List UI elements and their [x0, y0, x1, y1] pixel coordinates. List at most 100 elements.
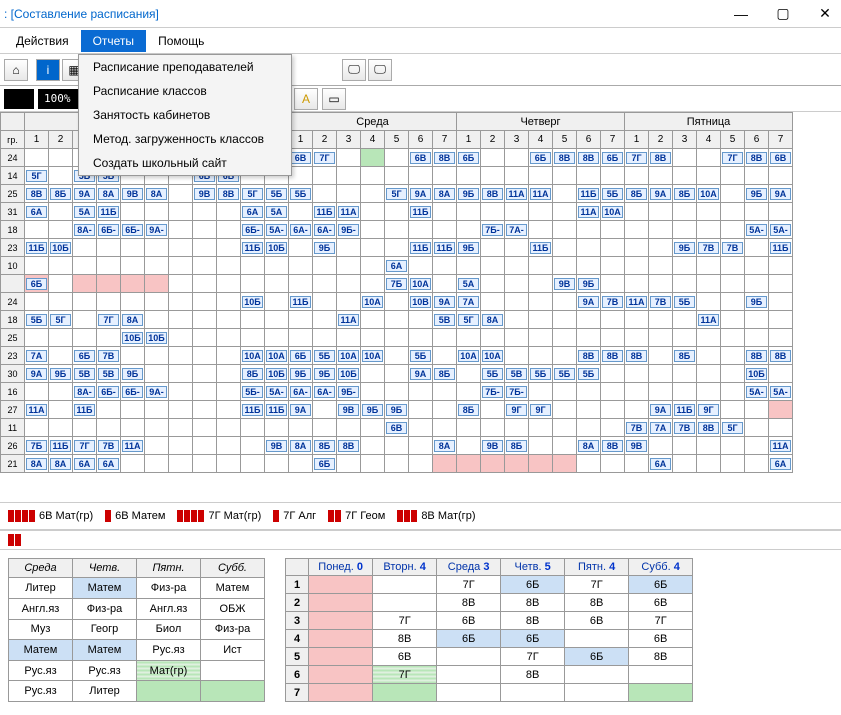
- class-cell[interactable]: 6В: [629, 630, 693, 648]
- grid-cell[interactable]: [121, 275, 145, 293]
- grid-cell[interactable]: [289, 275, 313, 293]
- grid-cell[interactable]: [217, 239, 241, 257]
- grid-cell[interactable]: [697, 275, 721, 293]
- grid-cell[interactable]: [697, 347, 721, 365]
- grid-cell[interactable]: [721, 401, 745, 419]
- grid-cell[interactable]: 5Г: [25, 167, 49, 185]
- grid-cell[interactable]: [73, 311, 97, 329]
- grid-cell[interactable]: [433, 221, 457, 239]
- grid-cell[interactable]: 5Б: [409, 347, 433, 365]
- grid-cell[interactable]: [553, 257, 577, 275]
- grid-cell[interactable]: 7А: [457, 293, 481, 311]
- grid-cell[interactable]: [73, 293, 97, 311]
- grid-cell[interactable]: 8А: [433, 185, 457, 203]
- grid-cell[interactable]: [481, 329, 505, 347]
- grid-cell[interactable]: 5Б: [553, 365, 577, 383]
- class-cell[interactable]: 8В: [501, 612, 565, 630]
- grid-cell[interactable]: [433, 329, 457, 347]
- grid-cell[interactable]: [241, 437, 265, 455]
- grid-cell[interactable]: 11Б: [409, 203, 433, 221]
- grid-cell[interactable]: [409, 311, 433, 329]
- grid-cell[interactable]: 5Г: [457, 311, 481, 329]
- grid-cell[interactable]: [745, 329, 769, 347]
- grid-cell[interactable]: [457, 167, 481, 185]
- subject-cell[interactable]: Геогр: [73, 619, 137, 640]
- grid-cell[interactable]: [145, 437, 169, 455]
- grid-cell[interactable]: 10А: [265, 347, 289, 365]
- grid-cell[interactable]: 7В: [97, 347, 121, 365]
- grid-cell[interactable]: 9Б: [577, 275, 601, 293]
- grid-cell[interactable]: 10А: [337, 347, 361, 365]
- grid-cell[interactable]: 5А: [73, 203, 97, 221]
- grid-cell[interactable]: [457, 455, 481, 473]
- grid-cell[interactable]: 5Б: [529, 365, 553, 383]
- grid-cell[interactable]: [529, 383, 553, 401]
- grid-cell[interactable]: [289, 419, 313, 437]
- class-cell[interactable]: 7Г: [373, 666, 437, 684]
- grid-cell[interactable]: 7В: [721, 239, 745, 257]
- grid-cell[interactable]: [721, 275, 745, 293]
- grid-cell[interactable]: 9А: [289, 401, 313, 419]
- grid-cell[interactable]: [529, 455, 553, 473]
- grid-cell[interactable]: [169, 275, 193, 293]
- grid-cell[interactable]: [169, 347, 193, 365]
- grid-cell[interactable]: [601, 329, 625, 347]
- grid-cell[interactable]: [577, 167, 601, 185]
- col-num[interactable]: 6: [745, 131, 769, 149]
- grid-cell[interactable]: 5А: [457, 275, 481, 293]
- grid-cell[interactable]: [457, 365, 481, 383]
- grid-cell[interactable]: [169, 455, 193, 473]
- grid-cell[interactable]: [769, 329, 793, 347]
- grid-cell[interactable]: 9Г: [697, 401, 721, 419]
- grid-cell[interactable]: [529, 311, 553, 329]
- grid-cell[interactable]: 9Г: [529, 401, 553, 419]
- grid-cell[interactable]: [601, 221, 625, 239]
- grid-cell[interactable]: [721, 365, 745, 383]
- day-header[interactable]: Понед. 0: [309, 559, 373, 576]
- grid-cell[interactable]: 6В: [769, 149, 793, 167]
- grid-cell[interactable]: [169, 257, 193, 275]
- grid-cell[interactable]: [49, 275, 73, 293]
- grid-cell[interactable]: 11А: [337, 203, 361, 221]
- col-num[interactable]: 5: [553, 131, 577, 149]
- grid-cell[interactable]: [529, 275, 553, 293]
- col-num[interactable]: 4: [529, 131, 553, 149]
- grid-cell[interactable]: 5А-: [265, 221, 289, 239]
- class-cell[interactable]: [309, 666, 373, 684]
- menu-отчеты[interactable]: Отчеты: [81, 30, 146, 52]
- grid-cell[interactable]: [529, 437, 553, 455]
- class-cell[interactable]: 6В: [629, 594, 693, 612]
- grid-cell[interactable]: [481, 275, 505, 293]
- dropdown-item[interactable]: Расписание классов: [79, 79, 291, 103]
- col-num[interactable]: 1: [25, 131, 49, 149]
- grid-cell[interactable]: [217, 455, 241, 473]
- grid-cell[interactable]: [385, 149, 409, 167]
- grid-cell[interactable]: 9Б: [745, 293, 769, 311]
- subject-cell[interactable]: Англ.яз: [9, 599, 73, 620]
- grid-cell[interactable]: [577, 419, 601, 437]
- grid-cell[interactable]: 9В: [625, 437, 649, 455]
- day-header[interactable]: Пятн. 4: [565, 559, 629, 576]
- grid-cell[interactable]: [457, 437, 481, 455]
- grid-cell[interactable]: [673, 311, 697, 329]
- dropdown-item[interactable]: Создать школьный сайт: [79, 151, 291, 175]
- grid-cell[interactable]: [577, 221, 601, 239]
- grid-cell[interactable]: [505, 239, 529, 257]
- grid-cell[interactable]: [193, 419, 217, 437]
- grid-cell[interactable]: 9Б: [457, 185, 481, 203]
- grid-cell[interactable]: [625, 329, 649, 347]
- grid-cell[interactable]: [361, 185, 385, 203]
- grid-cell[interactable]: 5А-: [769, 221, 793, 239]
- grid-cell[interactable]: [601, 167, 625, 185]
- grid-cell[interactable]: [481, 149, 505, 167]
- grid-cell[interactable]: [577, 329, 601, 347]
- grid-cell[interactable]: 11А: [529, 185, 553, 203]
- grid-cell[interactable]: [553, 203, 577, 221]
- grid-cell[interactable]: 11Б: [265, 401, 289, 419]
- grid-cell[interactable]: [313, 257, 337, 275]
- col-num[interactable]: 5: [385, 131, 409, 149]
- grid-cell[interactable]: [313, 167, 337, 185]
- grid-cell[interactable]: 6А: [769, 455, 793, 473]
- grid-cell[interactable]: [721, 185, 745, 203]
- grid-cell[interactable]: [721, 167, 745, 185]
